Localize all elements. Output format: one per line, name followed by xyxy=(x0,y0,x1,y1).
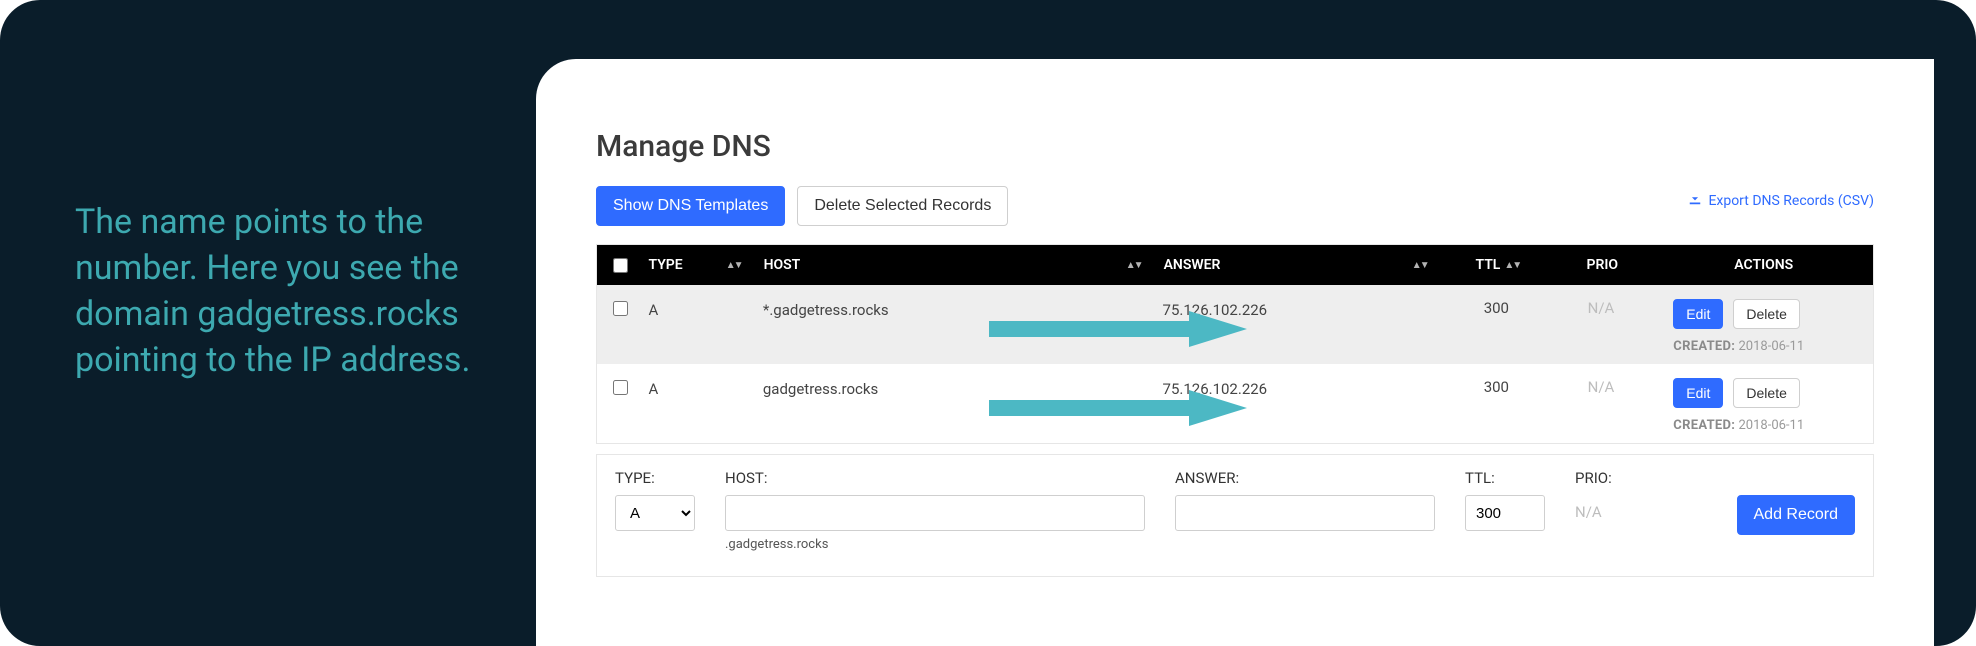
row-checkbox[interactable] xyxy=(613,380,628,395)
cell-prio: N/A xyxy=(1549,299,1654,317)
export-csv-link[interactable]: Export DNS Records (CSV) xyxy=(1688,192,1874,210)
cell-prio: N/A xyxy=(1549,378,1654,396)
form-label-ttl: TTL: xyxy=(1465,469,1545,487)
pointer-arrow-icon xyxy=(989,386,1249,430)
col-header-type[interactable]: TYPE▲▼ xyxy=(644,257,759,273)
pointer-arrow-icon xyxy=(989,307,1249,351)
show-dns-templates-button[interactable]: Show DNS Templates xyxy=(596,186,785,226)
dns-panel: Manage DNS Show DNS Templates Delete Sel… xyxy=(536,59,1934,646)
edit-button[interactable]: Edit xyxy=(1673,378,1723,408)
created-stamp: CREATED: 2018-06-11 xyxy=(1673,418,1873,433)
select-all-checkbox[interactable] xyxy=(613,258,628,273)
edit-button[interactable]: Edit xyxy=(1673,299,1723,329)
col-header-actions: ACTIONS xyxy=(1655,257,1873,273)
table-row: A *.gadgetress.rocks 75.126.102.226 300 … xyxy=(597,285,1873,364)
col-header-host[interactable]: HOST▲▼ xyxy=(760,257,1160,273)
row-checkbox[interactable] xyxy=(613,301,628,316)
dns-records-table: TYPE▲▼ HOST▲▼ ANSWER▲▼ TTL▲▼ PRIO ACTION… xyxy=(596,244,1874,444)
add-record-form: TYPE: A HOST: .gadgetress.rocks ANSWER: … xyxy=(596,454,1874,577)
form-label-answer: ANSWER: xyxy=(1175,469,1435,487)
cell-type: A xyxy=(645,299,759,319)
toolbar: Show DNS Templates Delete Selected Recor… xyxy=(596,186,1874,226)
page-title: Manage DNS xyxy=(596,129,1874,164)
type-select[interactable]: A xyxy=(615,495,695,531)
sort-icon: ▲▼ xyxy=(1412,260,1428,271)
cell-host: gadgetress.rocks xyxy=(763,380,878,398)
table-header: TYPE▲▼ HOST▲▼ ANSWER▲▼ TTL▲▼ PRIO ACTION… xyxy=(597,245,1873,285)
col-header-ttl[interactable]: TTL▲▼ xyxy=(1446,257,1550,273)
host-input[interactable] xyxy=(725,495,1145,531)
tutorial-card: The name points to the number. Here you … xyxy=(0,0,1976,646)
tutorial-caption: The name points to the number. Here you … xyxy=(75,200,475,384)
download-icon xyxy=(1688,192,1702,210)
sort-icon: ▲▼ xyxy=(726,260,742,271)
sort-icon: ▲▼ xyxy=(1504,260,1520,271)
sort-icon: ▲▼ xyxy=(1126,260,1142,271)
delete-selected-button[interactable]: Delete Selected Records xyxy=(797,186,1008,226)
cell-ttl: 300 xyxy=(1444,299,1549,317)
cell-ttl: 300 xyxy=(1444,378,1549,396)
created-stamp: CREATED: 2018-06-11 xyxy=(1673,339,1873,354)
add-record-button[interactable]: Add Record xyxy=(1737,495,1856,535)
cell-host: *.gadgetress.rocks xyxy=(763,301,889,319)
export-csv-label: Export DNS Records (CSV) xyxy=(1708,193,1874,209)
col-header-answer[interactable]: ANSWER▲▼ xyxy=(1160,257,1446,273)
prio-na: N/A xyxy=(1575,495,1612,521)
cell-type: A xyxy=(645,378,759,398)
form-label-prio: PRIO: xyxy=(1575,469,1612,487)
ttl-input[interactable] xyxy=(1465,495,1545,531)
form-label-host: HOST: xyxy=(725,469,1145,487)
col-header-prio: PRIO xyxy=(1550,257,1654,273)
delete-button[interactable]: Delete xyxy=(1733,378,1799,408)
table-row: A gadgetress.rocks 75.126.102.226 300 N/… xyxy=(597,364,1873,443)
delete-button[interactable]: Delete xyxy=(1733,299,1799,329)
answer-input[interactable] xyxy=(1175,495,1435,531)
form-label-type: TYPE: xyxy=(615,469,695,487)
host-suffix: .gadgetress.rocks xyxy=(725,537,1145,552)
